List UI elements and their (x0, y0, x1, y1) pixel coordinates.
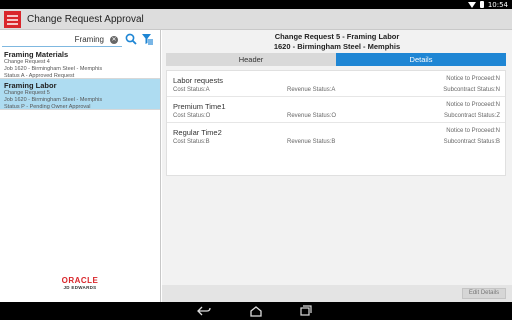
detail-title: Change Request 5 - Framing Labor 1620 - … (162, 32, 512, 52)
detail-pane: Change Request 5 - Framing Labor 1620 - … (162, 30, 512, 302)
detail-title-line1: Change Request 5 - Framing Labor (274, 32, 400, 41)
app-icon[interactable] (4, 11, 21, 28)
notice-to-proceed: Notice to Proceed:N (446, 76, 500, 82)
search-input[interactable]: Framing ✕ (2, 33, 122, 47)
oracle-logo-text: ORACLE (61, 276, 99, 285)
revenue-status: Revenue Status:A (287, 87, 336, 93)
status-bar: 10:54 (0, 0, 512, 9)
list-item[interactable]: Framing Materials Change Request 4 Job 1… (0, 48, 160, 79)
subcontract-status: Subcontract Status:B (443, 139, 500, 145)
back-icon[interactable] (197, 305, 211, 317)
home-icon[interactable] (249, 305, 263, 317)
detail-name: Labor requests (173, 76, 224, 85)
oracle-jde-logo: ORACLE JD EDWARDS (50, 276, 110, 290)
list-item-selected[interactable]: Framing Labor Change Request 5 Job 1620 … (0, 79, 160, 110)
notice-to-proceed: Notice to Proceed:N (446, 128, 500, 134)
cost-status: Cost Status:A (173, 87, 210, 93)
wifi-icon (467, 1, 476, 8)
details-list: Labor requests Notice to Proceed:N Cost … (166, 70, 506, 176)
status-icons: 10:54 (467, 0, 508, 9)
detail-name: Premium Time1 (173, 102, 226, 111)
recent-apps-icon[interactable] (299, 305, 313, 317)
list-item-line: Change Request 5 (4, 90, 50, 96)
filter-icon[interactable] (141, 33, 154, 46)
edit-details-button[interactable]: Edit Details (462, 288, 506, 299)
cost-status: Cost Status:O (173, 113, 211, 119)
app-title: Change Request Approval (27, 14, 144, 25)
navigation-bar (0, 302, 512, 320)
detail-row[interactable]: Premium Time1 Notice to Proceed:N Cost S… (167, 97, 505, 123)
list-item-title: Framing Materials (4, 50, 69, 59)
cost-status: Cost Status:B (173, 139, 210, 145)
search-value[interactable]: Framing (75, 35, 104, 44)
list-item-line: Job 1620 - Birmingham Steel - Memphis (4, 96, 103, 103)
list-item-line: Job 1620 - Birmingham Steel - Memphis (4, 65, 103, 72)
jde-logo-text: JD EDWARDS (63, 285, 97, 290)
revenue-status: Revenue Status:B (287, 139, 336, 145)
clear-icon[interactable]: ✕ (110, 36, 118, 44)
list-item-line: Change Request 4 (4, 59, 50, 65)
subcontract-status: Subcontract Status:N (443, 87, 500, 93)
action-bar: Change Request Approval (0, 9, 512, 30)
detail-row[interactable]: Regular Time2 Notice to Proceed:N Cost S… (167, 123, 505, 149)
tab-details[interactable]: Details (336, 53, 506, 66)
clock: 10:54 (487, 0, 508, 9)
revenue-status: Revenue Status:O (287, 113, 337, 119)
subcontract-status: Subcontract Status:Z (443, 113, 500, 119)
detail-title-line2: 1620 - Birmingham Steel - Memphis (273, 42, 401, 51)
tab-bar: Header Details (166, 53, 506, 66)
search-icon[interactable] (125, 33, 137, 45)
list-item-line: Status P - Pending Owner Approval (4, 103, 91, 110)
notice-to-proceed: Notice to Proceed:N (446, 102, 500, 108)
battery-icon (479, 1, 484, 8)
detail-row[interactable]: Labor requests Notice to Proceed:N Cost … (167, 71, 505, 97)
detail-name: Regular Time2 (173, 128, 222, 137)
request-list-pane: Framing ✕ Framing Materials Change Reque… (0, 30, 161, 302)
bottom-action-bar: Edit Details (162, 285, 512, 302)
request-list: Framing Materials Change Request 4 Job 1… (0, 48, 160, 110)
list-item-title: Framing Labor (4, 81, 57, 90)
tab-header[interactable]: Header (166, 53, 336, 66)
